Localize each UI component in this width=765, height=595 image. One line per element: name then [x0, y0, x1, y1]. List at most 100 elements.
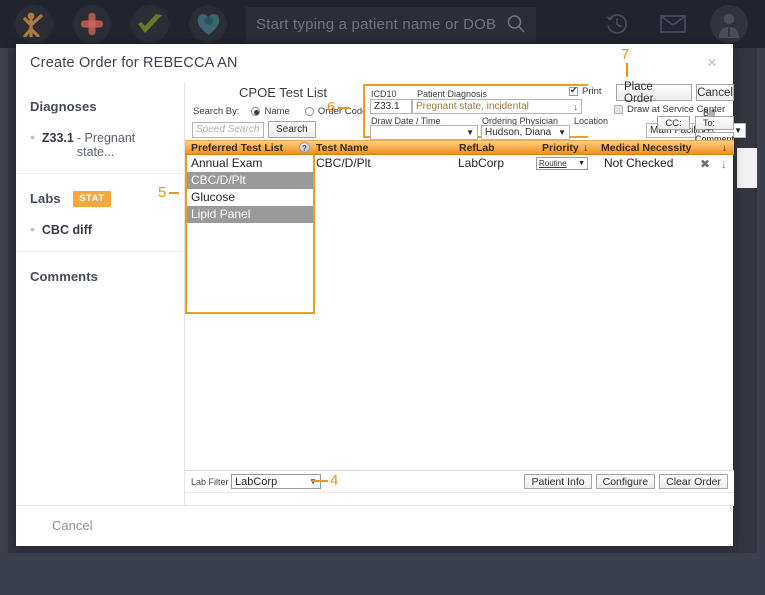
patient-search-input[interactable]: Start typing a patient name or DOB: [256, 16, 506, 33]
annotation-6-leader: [338, 107, 348, 109]
row-detail-icon[interactable]: ↓: [721, 157, 727, 171]
icd10-value: Z33.1: [374, 101, 400, 112]
annotation-7-leader: [626, 63, 628, 77]
ordered-tests-grid: CBC/D/Plt LabCorp Routine ▼ Not Checked …: [315, 155, 734, 487]
bullet-icon: •: [30, 221, 35, 237]
list-item[interactable]: Annual Exam: [187, 155, 313, 172]
column-header-medical-necessity[interactable]: Medical Necessity: [601, 142, 691, 154]
down-arrow-icon[interactable]: ↓: [574, 102, 579, 112]
speed-search-input[interactable]: Speed Search: [192, 121, 264, 138]
checkmark-glyph: [138, 14, 162, 33]
list-item[interactable]: • CBC diff: [30, 222, 170, 237]
diagnosis-desc: - Pregnant state...: [76, 131, 136, 159]
first-aid-glyph: [81, 13, 103, 35]
bullet-icon: •: [30, 129, 35, 145]
status-badge: STAT: [73, 191, 111, 207]
search-button[interactable]: Search: [268, 121, 316, 138]
radio-name-label[interactable]: Name: [264, 106, 289, 117]
patient-info-button[interactable]: Patient Info: [524, 474, 592, 489]
page-title: Create Order for REBECCA AN: [30, 55, 238, 71]
priority-select[interactable]: Routine ▼: [536, 157, 588, 170]
chevron-down-icon[interactable]: ▼: [558, 128, 566, 137]
person-logo-glyph: [23, 12, 43, 37]
ordering-physician-select[interactable]: Hudson, Diana ▼: [481, 125, 570, 140]
radio-order-code[interactable]: [304, 107, 314, 116]
user-avatar-icon[interactable]: [701, 0, 757, 48]
patient-diagnosis-value: Pregnant state, incidental: [416, 101, 529, 112]
diagnosis-code: Z33.1: [41, 131, 74, 145]
annotation-6: 6: [327, 99, 336, 116]
cc-button[interactable]: CC:: [657, 116, 690, 130]
modal-footer: Cancel: [16, 506, 733, 546]
print-checkbox[interactable]: [569, 85, 578, 96]
order-actions-group: Print Place Order Cancel Draw at Service…: [569, 81, 734, 146]
checkmark-icon[interactable]: [126, 0, 174, 48]
draw-datetime-select[interactable]: ▼: [370, 125, 478, 140]
help-icon[interactable]: ?: [299, 142, 310, 153]
mail-icon[interactable]: [645, 0, 701, 48]
remove-row-icon[interactable]: ✖: [700, 157, 710, 171]
cancel-link[interactable]: Cancel: [52, 518, 92, 533]
draw-at-service-center-checkbox[interactable]: [614, 105, 623, 114]
clear-order-button[interactable]: Clear Order: [659, 474, 728, 489]
print-label: Print: [582, 86, 602, 97]
preferred-test-listbox[interactable]: Annual Exam CBC/D/Plt Glucose Lipid Pane…: [185, 155, 315, 314]
order-summary-sidebar: Diagnoses • Z33.1 - Pregnant state... La…: [16, 82, 184, 506]
list-item[interactable]: Glucose: [187, 189, 313, 206]
list-item[interactable]: CBC/D/Plt: [187, 172, 313, 189]
lab-filter-select[interactable]: LabCorp ▼: [231, 474, 321, 489]
cpoe-title: CPOE Test List: [239, 85, 327, 100]
priority-sort-icon[interactable]: ↓: [583, 142, 588, 154]
chevron-down-icon[interactable]: ▼: [578, 160, 585, 167]
ordering-physician-value: Hudson, Diana: [485, 127, 552, 138]
row-sort-icon[interactable]: ↓: [722, 142, 727, 154]
icd10-field[interactable]: Z33.1: [370, 99, 412, 114]
heart-icon[interactable]: [184, 0, 232, 48]
annotation-4: 4: [330, 472, 339, 489]
configure-button[interactable]: Configure: [595, 474, 656, 489]
avatar-glyph: [719, 13, 739, 38]
column-header-test-name[interactable]: Test Name: [316, 142, 368, 154]
lab-filter-label: Lab Filter: [191, 477, 229, 487]
search-icon[interactable]: [506, 14, 526, 34]
mail-glyph: [660, 15, 686, 33]
place-order-button[interactable]: Place Order: [616, 81, 692, 105]
column-header-reflab[interactable]: RefLab: [459, 142, 495, 154]
list-item[interactable]: Lipid Panel: [187, 206, 313, 223]
page-edge-strip: [737, 148, 757, 188]
heart-glyph: [197, 13, 219, 35]
bill-to-button[interactable]: Bill To: (T): [695, 108, 734, 138]
close-icon[interactable]: ×: [703, 54, 721, 72]
chevron-down-icon[interactable]: ▼: [734, 126, 742, 135]
history-icon[interactable]: [589, 0, 645, 48]
annotation-5-leader: [169, 192, 179, 194]
patient-diagnosis-label: Patient Diagnosis: [417, 89, 488, 99]
order-table-header: Preferred Test List ? Test Name RefLab P…: [185, 140, 734, 155]
first-aid-icon[interactable]: [68, 0, 116, 48]
cancel-button[interactable]: Cancel: [696, 84, 734, 101]
column-header-preferred-test-list[interactable]: Preferred Test List: [191, 142, 283, 154]
chevron-down-icon[interactable]: ▼: [466, 128, 474, 137]
column-header-priority[interactable]: Priority: [542, 142, 579, 154]
topbar-right-icons: [589, 0, 765, 48]
list-item[interactable]: • Z33.1 - Pregnant state...: [30, 130, 170, 159]
cell-medical-necessity: Not Checked: [604, 156, 674, 170]
patient-search-bar[interactable]: Start typing a patient name or DOB: [246, 7, 536, 41]
app-topbar: Start typing a patient name or DOB: [0, 0, 765, 48]
create-order-modal: Create Order for REBECCA AN × Diagnoses …: [16, 44, 746, 546]
patient-diagnosis-field[interactable]: Pregnant state, incidental ↓: [412, 99, 582, 114]
cpoe-footer: Lab Filter LabCorp ▼ Patient Info Config…: [185, 470, 734, 492]
lab-filter-value: LabCorp: [235, 475, 278, 488]
person-logo-icon[interactable]: [10, 0, 58, 48]
annotation-7: 7: [621, 46, 630, 63]
modal-body: Diagnoses • Z33.1 - Pregnant state... La…: [16, 81, 746, 506]
print-checkbox-group[interactable]: Print: [569, 85, 602, 97]
speed-search-row: Speed Search Search: [192, 121, 316, 138]
table-row[interactable]: CBC/D/Plt LabCorp Routine ▼ Not Checked …: [315, 155, 734, 175]
cpoe-footer-edge: [185, 492, 734, 506]
radio-name[interactable]: [251, 107, 261, 116]
diagnoses-title: Diagnoses: [30, 99, 97, 114]
cell-reflab: LabCorp: [458, 156, 505, 170]
annotation-5: 5: [158, 184, 167, 201]
annotation-4-leader: [312, 480, 328, 482]
